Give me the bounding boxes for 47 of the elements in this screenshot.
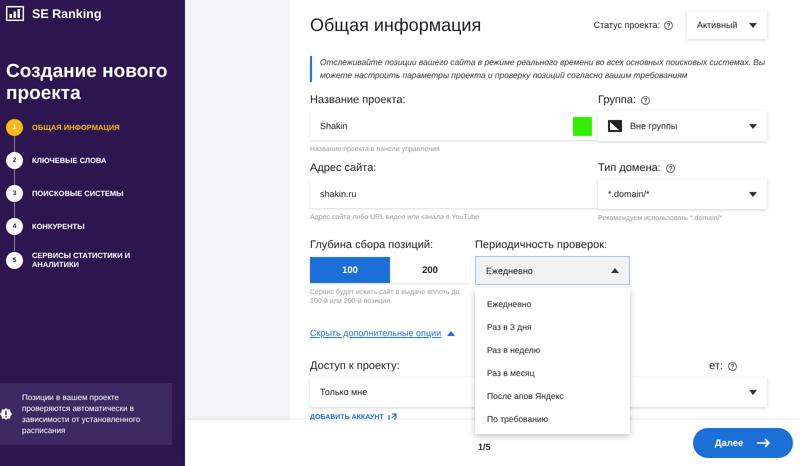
logo-icon — [6, 6, 24, 21]
alert-icon — [0, 408, 12, 420]
menu-item[interactable]: Раз в неделю — [475, 338, 630, 361]
field-label: Тип домена: — [598, 162, 661, 174]
notice-text: Позиции в вашем проекте проверяются автоматически в зависимости от установленного расписания — [22, 392, 142, 436]
help-icon — [640, 96, 650, 104]
caret-icon — [447, 330, 456, 336]
caret-icon — [749, 192, 757, 196]
field-label: ет: — [709, 360, 723, 372]
menu-item[interactable]: Раз в месяц — [475, 361, 630, 384]
group-select[interactable]: Вне группы — [598, 111, 767, 141]
caret-icon — [749, 22, 757, 28]
folder-off-icon — [608, 120, 622, 132]
field-label: Периодичность проверок: — [475, 239, 608, 251]
field-label: Название проекта: — [310, 94, 406, 106]
help-icon — [666, 164, 675, 172]
caret-icon — [749, 390, 757, 394]
toggle-link[interactable]: Скрыть дополнительные опции — [310, 328, 442, 338]
page-counter: 1/5 — [478, 442, 491, 452]
caret-icon — [749, 124, 757, 128]
help-icon — [728, 362, 737, 370]
next-button[interactable]: Далее — [693, 428, 793, 458]
input-field[interactable]: Shakin — [310, 112, 598, 140]
menu-item[interactable]: Раз в 3 дня — [475, 315, 630, 338]
caret-icon — [611, 268, 619, 273]
help-icon — [664, 20, 673, 30]
description-text: Отслеживайте позиции вашего сайта в режиме реального времени во всех основных поисковых системах. Вы можете настроить параметры проекта и проверку позиций согласно вашим требованиям — [310, 56, 767, 82]
frequency-select[interactable]: Ежедневно — [475, 256, 630, 285]
external-link-icon — [388, 413, 397, 422]
domain-select[interactable]: *.domain/* — [598, 179, 767, 209]
field-label: Доступ к проекту: — [310, 360, 400, 372]
depth-option[interactable]: 200 — [390, 257, 470, 283]
arrow-right-icon — [757, 438, 772, 448]
status-select[interactable]: Активный — [687, 11, 767, 39]
status-label: Статус проекта: — [594, 20, 660, 30]
field-label: Глубина сбора позиций: — [310, 239, 434, 251]
menu-item[interactable]: Ежедневно — [475, 292, 630, 315]
menu-item[interactable]: После апов Яндекс — [475, 384, 630, 407]
field-label: Группа: — [598, 94, 636, 106]
color-swatch[interactable] — [573, 116, 592, 136]
sidebar-title: Создание нового проекта — [6, 61, 169, 105]
menu-item[interactable]: По требованию — [475, 407, 630, 430]
logo-text: SE Ranking — [32, 6, 102, 20]
page-title: Общая информация — [310, 14, 482, 36]
input-field[interactable]: shakin.ru — [310, 180, 598, 208]
field-label: Адрес сайта: — [310, 162, 376, 174]
depth-option[interactable]: 100 — [310, 257, 390, 283]
